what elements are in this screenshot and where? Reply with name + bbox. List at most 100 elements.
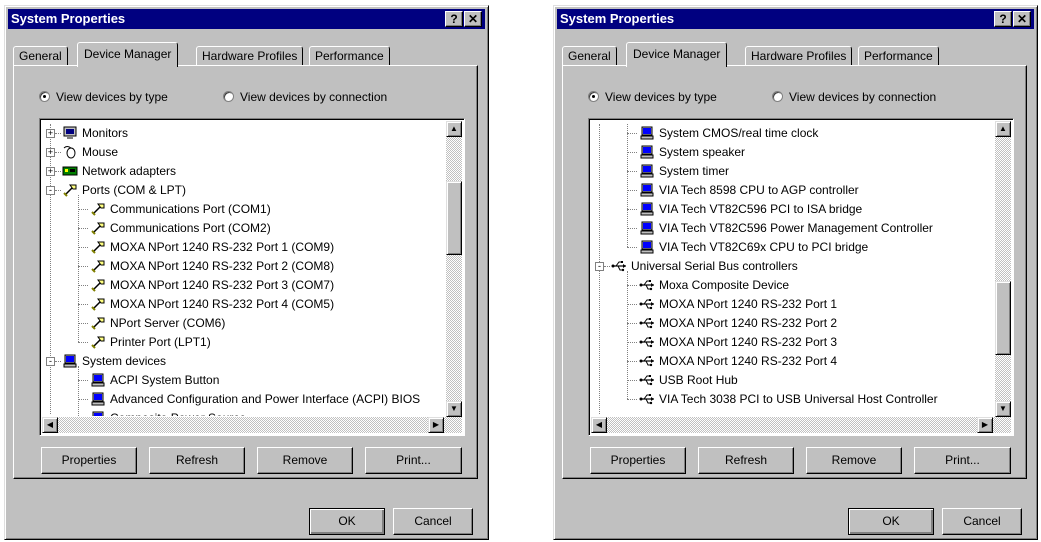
tab-general[interactable]: General xyxy=(562,46,617,66)
close-button[interactable]: ✕ xyxy=(1013,11,1031,27)
tree-device-item[interactable]: MOXA NPort 1240 RS-232 Port 3 xyxy=(639,333,837,352)
tree-device-item[interactable]: MOXA NPort 1240 RS-232 Port 1 (COM9) xyxy=(90,238,334,257)
vertical-scrollbar[interactable]: ▲ ▼ xyxy=(446,121,462,417)
tree-category-item[interactable]: Mouse xyxy=(62,143,118,162)
tree-category-item[interactable]: Universal Serial Bus controllers xyxy=(611,257,798,276)
print-button[interactable]: Print... xyxy=(365,447,462,474)
scroll-down-arrow-icon[interactable]: ▼ xyxy=(995,401,1011,417)
refresh-button[interactable]: Refresh xyxy=(149,447,245,474)
tree-item-label: Composite Power Source xyxy=(110,411,246,416)
cancel-button[interactable]: Cancel xyxy=(393,508,473,535)
tree-category-item[interactable]: Monitors xyxy=(62,124,128,143)
scroll-left-arrow-icon[interactable]: ◀ xyxy=(42,417,58,433)
tree-device-item[interactable]: MOXA NPort 1240 RS-232 Port 4 xyxy=(639,352,837,371)
expand-plus-icon[interactable]: + xyxy=(46,148,55,157)
cancel-button[interactable]: Cancel xyxy=(942,508,1022,535)
tree-device-item[interactable]: VIA Tech VT82C69x CPU to PCI bridge xyxy=(639,238,868,257)
scroll-left-arrow-icon[interactable]: ◀ xyxy=(591,417,607,433)
radio-view-by-type[interactable]: View devices by type xyxy=(588,90,717,104)
scroll-right-arrow-icon[interactable]: ▶ xyxy=(977,417,993,433)
tree-item-label: System timer xyxy=(659,164,730,178)
horizontal-scrollbar[interactable]: ◀ ▶ xyxy=(591,417,1011,433)
tab-performance[interactable]: Performance xyxy=(858,46,939,66)
remove-button[interactable]: Remove xyxy=(257,447,353,474)
scroll-thumb[interactable] xyxy=(446,181,462,255)
tree-item-label: VIA Tech 3038 PCI to USB Universal Host … xyxy=(659,392,938,406)
port-icon xyxy=(90,221,110,235)
collapse-minus-icon[interactable]: - xyxy=(46,357,55,366)
port-icon xyxy=(90,278,110,292)
tree-device-item[interactable]: Communications Port (COM2) xyxy=(90,219,271,238)
title-bar[interactable]: System Properties ? ✕ xyxy=(8,9,485,29)
scroll-thumb[interactable] xyxy=(995,281,1011,356)
tree-category-item[interactable]: Network adapters xyxy=(62,162,176,181)
scroll-down-arrow-icon[interactable]: ▼ xyxy=(446,401,462,417)
tree-connector-line xyxy=(55,190,61,191)
tree-device-item[interactable]: System speaker xyxy=(639,143,745,162)
tab-hardware-profiles[interactable]: Hardware Profiles xyxy=(196,46,304,66)
tree-device-item[interactable]: VIA Tech VT82C596 PCI to ISA bridge xyxy=(639,200,862,219)
tree-device-item[interactable]: Communications Port (COM1) xyxy=(90,200,271,219)
tree-device-item[interactable]: ACPI System Button xyxy=(90,371,219,390)
radio-selected-icon xyxy=(588,91,599,102)
properties-button[interactable]: Properties xyxy=(590,447,686,474)
tree-category-item[interactable]: Ports (COM & LPT) xyxy=(62,181,186,200)
tree-item-label: ACPI System Button xyxy=(110,373,220,387)
tab-hardware-profiles[interactable]: Hardware Profiles xyxy=(745,46,853,66)
collapse-minus-icon[interactable]: - xyxy=(46,186,55,195)
tree-item-label: System devices xyxy=(82,354,167,368)
help-button[interactable]: ? xyxy=(445,11,463,27)
help-button[interactable]: ? xyxy=(994,11,1012,27)
remove-button[interactable]: Remove xyxy=(806,447,902,474)
radio-view-by-connection[interactable]: View devices by connection xyxy=(223,90,387,104)
tab-performance[interactable]: Performance xyxy=(309,46,390,66)
radio-view-by-type[interactable]: View devices by type xyxy=(39,90,168,104)
tree-device-item[interactable]: System timer xyxy=(639,162,729,181)
tree-item-label: MOXA NPort 1240 RS-232 Port 1 xyxy=(659,297,838,311)
tree-device-item[interactable]: VIA Tech 3038 PCI to USB Universal Host … xyxy=(639,390,938,409)
tree-device-item[interactable]: MOXA NPort 1240 RS-232 Port 1 xyxy=(639,295,837,314)
tab-device-manager[interactable]: Device Manager xyxy=(77,42,179,67)
tree-item-label: VIA Tech 8598 CPU to AGP controller xyxy=(659,183,859,197)
tree-device-item[interactable]: Printer Port (LPT1) xyxy=(90,333,211,352)
ok-button[interactable]: OK xyxy=(309,508,385,535)
print-button[interactable]: Print... xyxy=(914,447,1011,474)
title-bar[interactable]: System Properties ? ✕ xyxy=(557,9,1034,29)
radio-view-by-connection[interactable]: View devices by connection xyxy=(772,90,936,104)
collapse-minus-icon[interactable]: - xyxy=(595,262,604,271)
refresh-button[interactable]: Refresh xyxy=(698,447,794,474)
tree-item-label: Network adapters xyxy=(82,164,177,178)
scroll-up-arrow-icon[interactable]: ▲ xyxy=(995,121,1011,137)
tree-item-label: MOXA NPort 1240 RS-232 Port 3 (COM7) xyxy=(110,278,335,292)
tree-device-item[interactable]: VIA Tech 8598 CPU to AGP controller xyxy=(639,181,859,200)
radio-view-by-connection-label: View devices by connection xyxy=(789,90,937,104)
device-tree[interactable]: System CMOS/real time clock System speake… xyxy=(588,118,1014,436)
tab-general[interactable]: General xyxy=(13,46,68,66)
close-button[interactable]: ✕ xyxy=(464,11,482,27)
tree-device-item[interactable]: MOXA NPort 1240 RS-232 Port 3 (COM7) xyxy=(90,276,334,295)
tab-device-manager[interactable]: Device Manager xyxy=(626,42,728,67)
tree-device-item[interactable]: Composite Power Source xyxy=(90,409,246,416)
tree-device-item[interactable]: System CMOS/real time clock xyxy=(639,124,818,143)
tree-device-item[interactable]: Moxa Composite Device xyxy=(639,276,789,295)
tree-item-label: Advanced Configuration and Power Interfa… xyxy=(110,392,421,406)
device-tree[interactable]: Monitors + Mouse + Network adapters + Ports (C… xyxy=(39,118,465,436)
system-device-icon xyxy=(639,164,659,178)
tree-device-item[interactable]: Advanced Configuration and Power Interfa… xyxy=(90,390,420,409)
tree-device-item[interactable]: MOXA NPort 1240 RS-232 Port 2 xyxy=(639,314,837,333)
properties-button[interactable]: Properties xyxy=(41,447,137,474)
horizontal-scrollbar[interactable]: ◀ ▶ xyxy=(42,417,462,433)
scroll-right-arrow-icon[interactable]: ▶ xyxy=(428,417,444,433)
tree-connector-line xyxy=(627,380,637,381)
tree-device-item[interactable]: VIA Tech VT82C596 Power Management Contr… xyxy=(639,219,933,238)
ok-button[interactable]: OK xyxy=(848,508,934,535)
tree-device-item[interactable]: MOXA NPort 1240 RS-232 Port 2 (COM8) xyxy=(90,257,334,276)
expand-plus-icon[interactable]: + xyxy=(46,167,55,176)
vertical-scrollbar[interactable]: ▲ ▼ xyxy=(995,121,1011,417)
scroll-up-arrow-icon[interactable]: ▲ xyxy=(446,121,462,137)
tree-device-item[interactable]: MOXA NPort 1240 RS-232 Port 4 (COM5) xyxy=(90,295,334,314)
tree-device-item[interactable]: NPort Server (COM6) xyxy=(90,314,225,333)
tree-device-item[interactable]: USB Root Hub xyxy=(639,371,738,390)
system-device-icon xyxy=(90,392,110,406)
expand-plus-icon[interactable]: + xyxy=(46,129,55,138)
